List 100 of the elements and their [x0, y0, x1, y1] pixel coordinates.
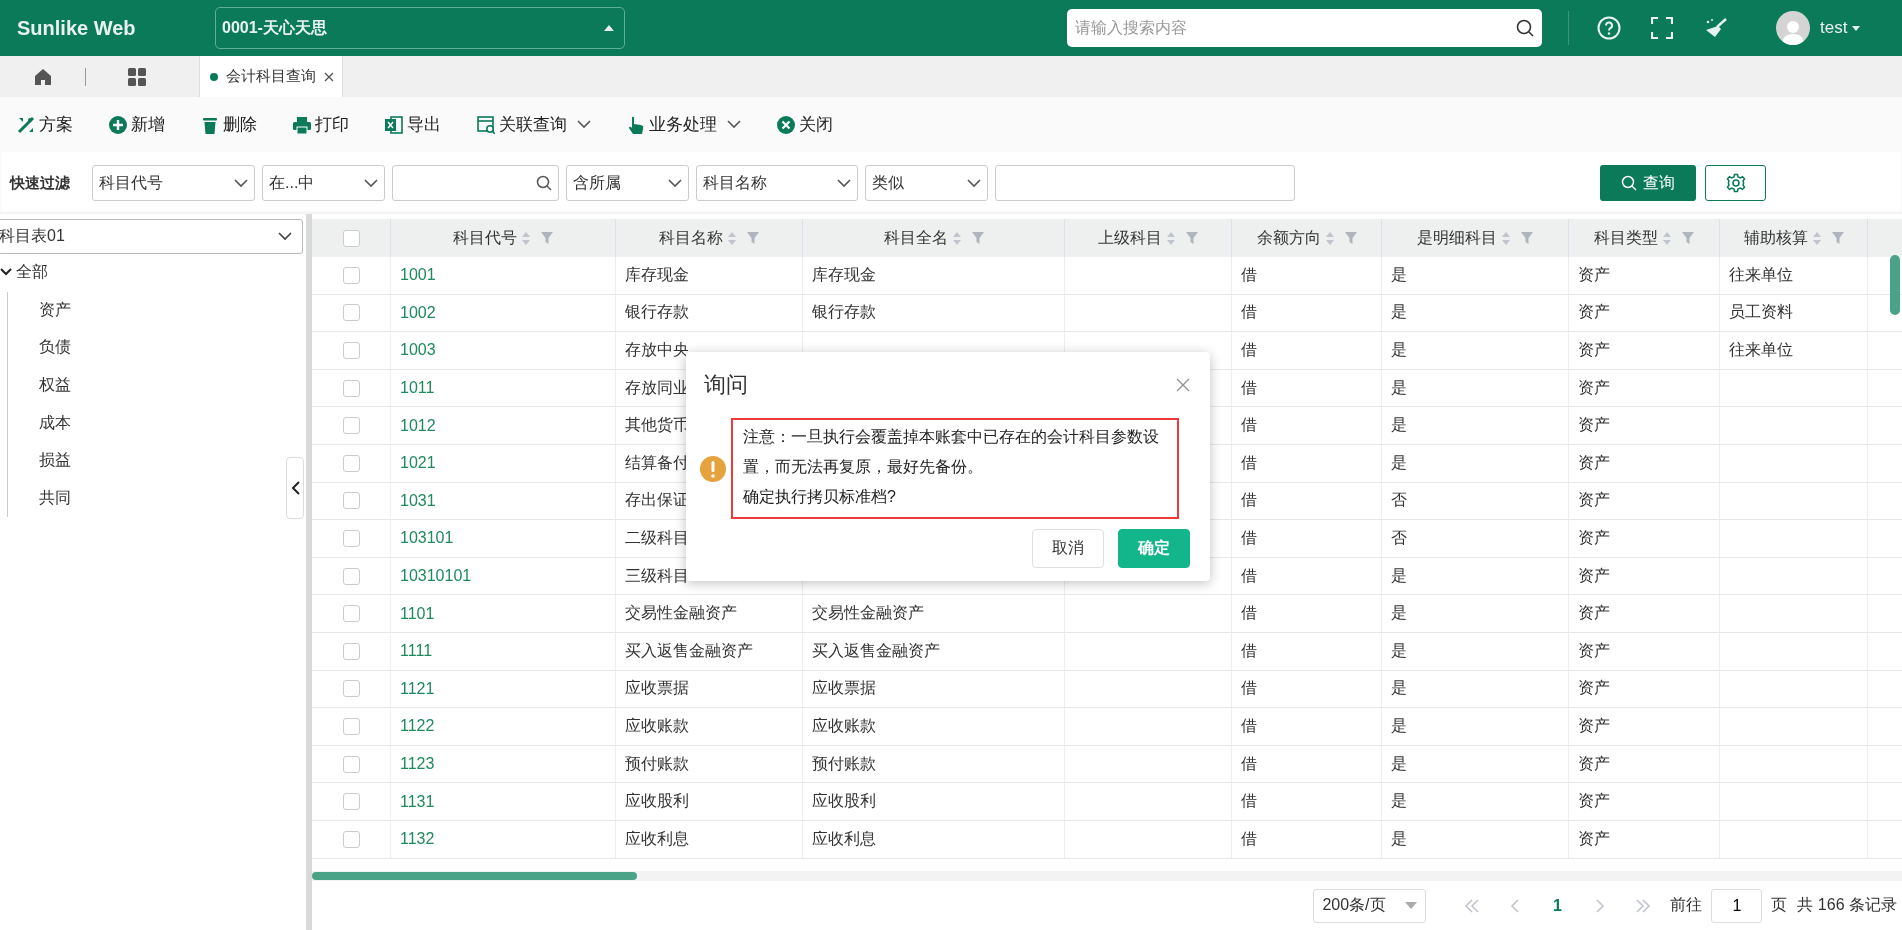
checkbox[interactable]: [342, 304, 360, 322]
tree-item[interactable]: 权益: [39, 375, 71, 397]
code-link[interactable]: 10310101: [400, 567, 472, 586]
filter-select[interactable]: 类似: [865, 165, 988, 201]
code-link[interactable]: 1131: [400, 792, 435, 811]
code-link[interactable]: 1031: [400, 491, 436, 510]
sort-icon[interactable]: [1324, 230, 1335, 246]
toolbar-button[interactable]: 删除: [201, 113, 257, 136]
toolbar-button[interactable]: 新增: [109, 113, 165, 136]
filter-icon[interactable]: [1831, 231, 1844, 245]
column-header[interactable]: 科目类型: [1594, 227, 1658, 249]
broom-icon[interactable]: [1704, 17, 1728, 39]
user-name[interactable]: test: [1820, 18, 1848, 38]
checkbox[interactable]: [342, 680, 360, 698]
checkbox[interactable]: [342, 492, 360, 510]
scrollbar-thumb[interactable]: [1890, 255, 1900, 315]
code-link[interactable]: 1001: [400, 266, 436, 285]
filter-icon[interactable]: [1682, 231, 1694, 245]
column-header[interactable]: 是明细科目: [1417, 227, 1497, 249]
toolbar-button[interactable]: 业务处理: [627, 113, 741, 136]
tree-item[interactable]: 损益: [39, 450, 71, 472]
cancel-button[interactable]: 取消: [1032, 529, 1104, 568]
close-icon[interactable]: [1176, 378, 1190, 392]
close-icon[interactable]: [324, 71, 334, 82]
tree-item[interactable]: 负债: [39, 337, 71, 359]
code-link[interactable]: 103101: [400, 529, 454, 548]
checkbox[interactable]: [342, 379, 360, 397]
code-link[interactable]: 1132: [400, 830, 435, 849]
filter-select[interactable]: 科目代号: [92, 165, 255, 201]
sort-icon[interactable]: [1662, 230, 1672, 246]
query-button[interactable]: 查询: [1600, 165, 1696, 201]
toolbar-button[interactable]: 关联查询: [477, 113, 591, 136]
tree-item[interactable]: 全部: [16, 262, 48, 284]
code-link[interactable]: 1003: [400, 341, 436, 360]
checkbox[interactable]: [342, 529, 360, 547]
filter-icon[interactable]: [971, 231, 984, 245]
filter-icon[interactable]: [541, 231, 553, 245]
toolbar-button[interactable]: 关闭: [777, 113, 833, 136]
column-header[interactable]: 上级科目: [1098, 227, 1162, 249]
checkbox[interactable]: [342, 605, 360, 623]
column-header[interactable]: 科目全名: [883, 227, 948, 249]
checkbox[interactable]: [342, 417, 360, 435]
filter-select[interactable]: 含所属: [566, 165, 689, 201]
code-link[interactable]: 1123: [400, 755, 435, 773]
code-link[interactable]: 1122: [400, 717, 435, 736]
tree-item[interactable]: 资产: [39, 299, 71, 321]
code-link[interactable]: 1111: [400, 642, 433, 661]
checkbox[interactable]: [342, 830, 360, 848]
column-header[interactable]: 科目代号: [453, 227, 517, 249]
code-link[interactable]: 1011: [400, 379, 435, 398]
checkbox[interactable]: [342, 342, 360, 359]
checkbox[interactable]: [342, 642, 360, 660]
toolbar-button[interactable]: 打印: [293, 113, 349, 136]
scrollbar-thumb[interactable]: [312, 872, 637, 880]
sort-icon[interactable]: [1166, 230, 1176, 246]
sort-icon[interactable]: [1501, 230, 1511, 246]
toolbar-button[interactable]: 导出: [385, 113, 441, 136]
checkbox[interactable]: [342, 717, 360, 735]
help-icon[interactable]: [1597, 16, 1621, 40]
checkbox[interactable]: [342, 755, 360, 773]
settings-button[interactable]: [1705, 165, 1766, 201]
sort-icon[interactable]: [521, 230, 531, 246]
checkbox[interactable]: [342, 793, 360, 811]
first-page-icon[interactable]: [1463, 898, 1480, 913]
filter-icon[interactable]: [1186, 231, 1198, 245]
fullscreen-icon[interactable]: [1651, 17, 1673, 39]
last-page-icon[interactable]: [1634, 898, 1651, 913]
column-header[interactable]: 辅助核算: [1743, 227, 1808, 249]
checkbox[interactable]: [342, 229, 360, 247]
column-header[interactable]: 科目名称: [659, 227, 723, 249]
search-field[interactable]: 请输入搜索内容: [1067, 9, 1542, 47]
checkbox[interactable]: [342, 454, 360, 472]
checkbox[interactable]: [342, 567, 360, 585]
filter-input[interactable]: [995, 165, 1295, 201]
page-size-select[interactable]: 200条/页: [1313, 888, 1427, 923]
sort-icon[interactable]: [1811, 230, 1822, 246]
toolbar-button[interactable]: 方案: [17, 113, 73, 136]
filter-icon[interactable]: [1521, 231, 1533, 245]
code-link[interactable]: 1012: [400, 416, 436, 435]
avatar-icon[interactable]: [1776, 11, 1810, 45]
filter-icon[interactable]: [1344, 231, 1357, 245]
column-header[interactable]: 余额方向: [1256, 227, 1321, 249]
collapse-handle[interactable]: [286, 457, 304, 519]
company-select[interactable]: 0001-天心天思: [215, 7, 625, 49]
home-icon[interactable]: [33, 67, 52, 86]
checkbox[interactable]: [342, 266, 360, 284]
filter-select[interactable]: 在...中: [262, 165, 385, 201]
code-link[interactable]: 1101: [400, 604, 435, 623]
filter-icon[interactable]: [747, 231, 759, 245]
code-link[interactable]: 1002: [400, 303, 436, 322]
page-number[interactable]: 1: [1536, 896, 1579, 915]
code-link[interactable]: 1121: [400, 679, 435, 698]
search-field[interactable]: [392, 165, 559, 201]
sort-icon[interactable]: [727, 230, 737, 246]
sort-icon[interactable]: [951, 230, 962, 246]
code-link[interactable]: 1021: [400, 454, 436, 473]
tree-item[interactable]: 共同: [39, 487, 71, 509]
grid-icon[interactable]: [127, 67, 146, 86]
tree-item[interactable]: 成本: [39, 412, 71, 434]
page-input[interactable]: 1: [1711, 888, 1763, 923]
